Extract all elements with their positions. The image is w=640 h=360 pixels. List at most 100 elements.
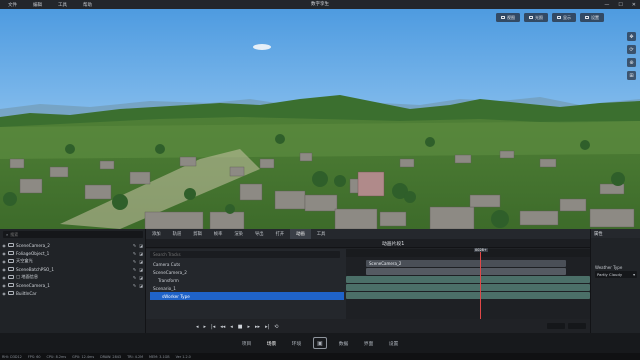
nav-settings[interactable]: 设置 (381, 340, 406, 347)
visibility-icon[interactable]: ◉ (0, 243, 8, 248)
nav-project[interactable]: 项目 (234, 340, 259, 347)
timeline-clip[interactable] (346, 284, 590, 291)
maximize-icon[interactable]: ☐ (618, 2, 622, 8)
viewport-toolbar: 视图 光照 显示 设置 (496, 13, 604, 22)
edit-icon[interactable]: ✎ (133, 243, 136, 248)
nav-data[interactable]: 数据 (331, 340, 356, 347)
loop-icon[interactable]: ⟲ (274, 324, 278, 330)
timeline-clip[interactable] (346, 276, 590, 283)
move-icon[interactable]: ✥ (627, 32, 636, 41)
outliner-row[interactable]: ◉ BuiltInCar (0, 289, 146, 297)
prev-key-icon[interactable]: ◂ (196, 324, 199, 330)
visibility-icon[interactable]: ◉ (0, 251, 8, 256)
timeline-clip[interactable] (366, 268, 566, 275)
nav-interface[interactable]: 界面 (356, 340, 381, 347)
nav-environment[interactable]: 环境 (284, 340, 309, 347)
edit-icon[interactable]: ✎ (133, 259, 136, 264)
display-icon (557, 16, 561, 19)
details-panel: 属性 Weather Type Partly Cloudy ▾ (590, 229, 640, 333)
rotate-icon[interactable]: ⟳ (627, 45, 636, 54)
stop-icon[interactable]: ■ (238, 324, 243, 330)
tab-framerate[interactable]: 帧率 (208, 229, 229, 239)
scene-viewport[interactable]: 视图 光照 显示 设置 ✥ ⟳ ⊕ ⊞ (0, 9, 640, 229)
track-row[interactable]: Transform (150, 276, 344, 284)
sequencer-toggle-icon[interactable]: ▣ (313, 337, 327, 349)
outliner-row[interactable]: ◉ FoliageObject_1 ✎ ◪ (0, 249, 146, 257)
track-row-selected[interactable]: sWorker Type (150, 292, 344, 300)
display-button[interactable]: 显示 (552, 13, 576, 22)
track-search-input[interactable] (153, 252, 333, 257)
start-time-field[interactable] (547, 323, 565, 329)
playhead[interactable] (480, 249, 481, 319)
tab-clip[interactable]: 剪辑 (187, 229, 208, 239)
status-item: DRAW: 2843 (100, 354, 122, 359)
tab-tracks[interactable]: 轨道 (167, 229, 188, 239)
minimize-icon[interactable]: — (604, 2, 609, 8)
edit-icon[interactable]: ✎ (133, 267, 136, 272)
visibility-icon[interactable]: ◉ (0, 267, 8, 272)
menu-help[interactable]: 帮助 (75, 2, 100, 8)
nav-scene[interactable]: 场景 (259, 340, 284, 347)
visibility-icon[interactable]: ◉ (0, 291, 8, 296)
close-icon[interactable]: ✕ (632, 2, 636, 8)
tab-export[interactable]: 导出 (249, 229, 270, 239)
weather-type-select[interactable]: Partly Cloudy ▾ (595, 271, 637, 278)
zoom-icon[interactable]: ⊕ (627, 58, 636, 67)
settings-button[interactable]: 设置 (580, 13, 604, 22)
play-reverse-icon[interactable]: ◂ (230, 324, 233, 330)
outliner-row-label: □ 地面信息 (16, 274, 39, 279)
lock-icon[interactable]: ◪ (139, 259, 143, 264)
track-row[interactable]: Scenario_1 (150, 284, 344, 292)
status-item: CPU: 8.2ms (46, 354, 67, 359)
transport-controls: ◂ ▸ |◂ ◂◂ ◂ ■ ▸ ▸▸ ▸| ⟲ (196, 324, 278, 330)
edit-icon[interactable]: ✎ (133, 283, 136, 288)
menu-tools[interactable]: 工具 (50, 2, 75, 8)
lock-icon[interactable]: ◪ (139, 267, 143, 272)
editor-panels: ⌕ ◉ SceneCamera_2 ✎◪ ◉ FoliageObject_1 ✎… (0, 229, 640, 333)
tab-open[interactable]: 打开 (270, 229, 291, 239)
outliner-row[interactable]: ◉ SceneBatchPSO_1 ✎ ◪ (0, 265, 146, 273)
object-icon (8, 243, 14, 247)
playhead-time: 0028+ (474, 248, 488, 252)
fast-forward-icon[interactable]: ▸▸ (255, 324, 260, 330)
outliner-search-input[interactable] (10, 232, 131, 237)
track-search[interactable] (150, 251, 340, 258)
tab-render[interactable]: 渲染 (228, 229, 249, 239)
timeline[interactable]: SceneCamera_2 0028+ (346, 248, 590, 319)
outliner-row[interactable]: ◉ 天空盒光 ✎ ◪ (0, 257, 146, 265)
lock-icon[interactable]: ◪ (139, 251, 143, 256)
status-item: MEM: 3.1GB (149, 354, 170, 359)
timeline-clip[interactable] (346, 292, 590, 299)
outliner-row[interactable]: ◉ □ 地面信息 ✎ ◪ (0, 273, 146, 281)
tab-tools[interactable]: 工具 (311, 229, 332, 239)
outliner-row[interactable]: ◉ SceneCamera_2 ✎ ◪ (0, 241, 146, 249)
next-key-icon[interactable]: ▸ (204, 324, 207, 330)
end-time-field[interactable] (568, 323, 586, 329)
lock-icon[interactable]: ◪ (139, 283, 143, 288)
menu-edit[interactable]: 编辑 (25, 2, 50, 8)
lighting-button[interactable]: 光照 (524, 13, 548, 22)
jump-start-icon[interactable]: |◂ (211, 324, 215, 330)
play-icon[interactable]: ▸ (248, 324, 251, 330)
tab-add[interactable]: 添加 (146, 229, 167, 239)
view-button[interactable]: 视图 (496, 13, 520, 22)
visibility-icon[interactable]: ◉ (0, 259, 8, 264)
visibility-icon[interactable]: ◉ (0, 283, 8, 288)
jump-end-icon[interactable]: ▸| (265, 324, 269, 330)
lock-icon[interactable]: ◪ (139, 243, 143, 248)
menu-file[interactable]: 文件 (0, 2, 25, 8)
outliner-search[interactable]: ⌕ (3, 231, 143, 238)
lock-icon[interactable]: ◪ (139, 275, 143, 280)
timeline-clip[interactable]: SceneCamera_2 (366, 260, 566, 267)
time-ruler[interactable] (346, 249, 590, 257)
track-row[interactable]: Camera Cuts (150, 260, 344, 268)
tab-animation[interactable]: 动画 (290, 229, 311, 239)
track-row[interactable]: SceneCamera_2 (150, 268, 344, 276)
visibility-icon[interactable]: ◉ (0, 275, 8, 280)
app-title: 数字孪生 (311, 2, 329, 7)
outliner-row[interactable]: ◉ SceneCamera_1 ✎ ◪ (0, 281, 146, 289)
edit-icon[interactable]: ✎ (133, 251, 136, 256)
edit-icon[interactable]: ✎ (133, 275, 136, 280)
grid-icon[interactable]: ⊞ (627, 71, 636, 80)
rewind-icon[interactable]: ◂◂ (220, 324, 225, 330)
